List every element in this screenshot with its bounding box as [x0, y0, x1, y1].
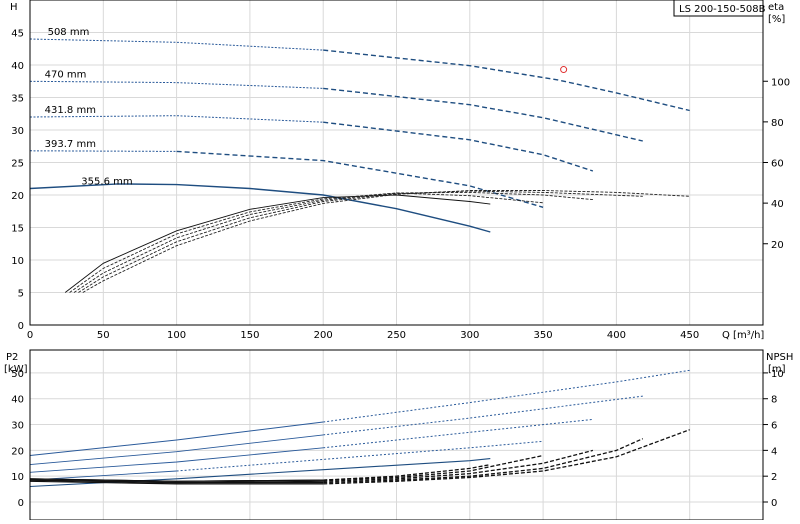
- npsh-tick-label: 6: [771, 421, 777, 432]
- impeller-diameter-label: 470 mm: [45, 69, 87, 80]
- npsh-axis-label: NPSH: [766, 352, 793, 363]
- top-grid: [30, 0, 763, 325]
- npsh-unit-label: [m]: [768, 364, 786, 375]
- h-tick-label: 15: [11, 224, 24, 235]
- npsh-curve-extended: [323, 463, 491, 481]
- h-tick-label: 25: [11, 159, 24, 170]
- x-tick-label: 400: [607, 330, 626, 341]
- power-curve-extended: [323, 418, 593, 449]
- h-tick-label: 0: [18, 321, 24, 332]
- p2-tick-label: 10: [11, 472, 24, 483]
- x-tick-label: 250: [387, 330, 406, 341]
- impeller-diameter-label: 355.6 mm: [81, 177, 132, 188]
- p2-unit-label: [kW]: [4, 364, 28, 375]
- x-tick-label: 0: [27, 330, 33, 341]
- efficiency-curve: [64, 194, 491, 293]
- bottom-panel: 010203040500246810 P2 [kW] NPSH [m]: [4, 349, 793, 521]
- h-tick-label: 30: [11, 126, 24, 137]
- eta-tick-label: 80: [771, 118, 784, 129]
- eta-unit-label: [%]: [768, 14, 785, 25]
- head-curve-extended: [323, 49, 690, 112]
- h-tick-label: 45: [11, 29, 24, 40]
- pump-performance-chart: 508 mm 470 mm 431.8 mm 393.7 mm 355.6 mm 0 50…: [0, 0, 800, 521]
- p2-axis-label: P2: [6, 352, 18, 363]
- efficiency-curve: [69, 192, 544, 293]
- top-panel: 508 mm470 mm431.8 mm393.7 mm355.6 mm 0 50…: [10, 0, 790, 341]
- bottom-curves: [29, 369, 690, 488]
- duty-point-marker: [560, 66, 568, 74]
- eta-tick-label: 60: [771, 159, 784, 170]
- x-tick-label: 450: [680, 330, 699, 341]
- x-tick-label: 150: [240, 330, 259, 341]
- npsh-tick-label: 4: [771, 446, 777, 457]
- h-tick-label: 5: [18, 289, 24, 300]
- impeller-diameter-label: 508 mm: [48, 27, 90, 38]
- bottom-ticks: 010203040500246810: [11, 369, 783, 509]
- chart-svg: 508 mm470 mm431.8 mm393.7 mm355.6 mm 0 50…: [4, 0, 793, 521]
- impeller-diameter-label: 393.7 mm: [45, 139, 96, 150]
- impeller-diameter-label: 431.8 mm: [45, 105, 96, 116]
- bottom-grid: [30, 350, 763, 520]
- h-axis-label: H: [10, 2, 18, 13]
- efficiency-curve: [73, 191, 593, 293]
- x-tick-label: 50: [97, 330, 110, 341]
- p2-tick-label: 20: [11, 446, 24, 457]
- top-curves: 508 mm 470 mm 431.8 mm 393.7 mm 355.6 mm: [29, 27, 690, 293]
- efficiency-curve: [82, 190, 690, 293]
- q-axis-label: Q [m³/h]: [722, 330, 764, 341]
- x-tick-label: 200: [314, 330, 333, 341]
- efficiency-curve: [78, 190, 643, 293]
- h-tick-label: 40: [11, 61, 24, 72]
- model-label: LS 200-150-508B: [679, 4, 766, 15]
- p2-tick-label: 40: [11, 395, 24, 406]
- eta-tick-label: 100: [771, 77, 790, 88]
- h-tick-label: 10: [11, 256, 24, 267]
- x-tick-label: 300: [460, 330, 479, 341]
- eta-axis-label: eta: [768, 2, 784, 13]
- h-tick-label: 20: [11, 191, 24, 202]
- x-tick-label: 100: [167, 330, 186, 341]
- eta-tick-label: 40: [771, 199, 784, 210]
- npsh-tick-label: 8: [771, 395, 777, 406]
- npsh-tick-label: 2: [771, 472, 777, 483]
- x-tick-label: 350: [534, 330, 553, 341]
- npsh-tick-label: 0: [771, 498, 777, 509]
- p2-tick-label: 0: [18, 498, 24, 509]
- eta-tick-label: 20: [771, 240, 784, 251]
- power-curve-extended: [323, 369, 690, 423]
- head-curve-extended: [323, 87, 643, 142]
- p2-tick-label: 30: [11, 421, 24, 432]
- h-tick-label: 35: [11, 94, 24, 105]
